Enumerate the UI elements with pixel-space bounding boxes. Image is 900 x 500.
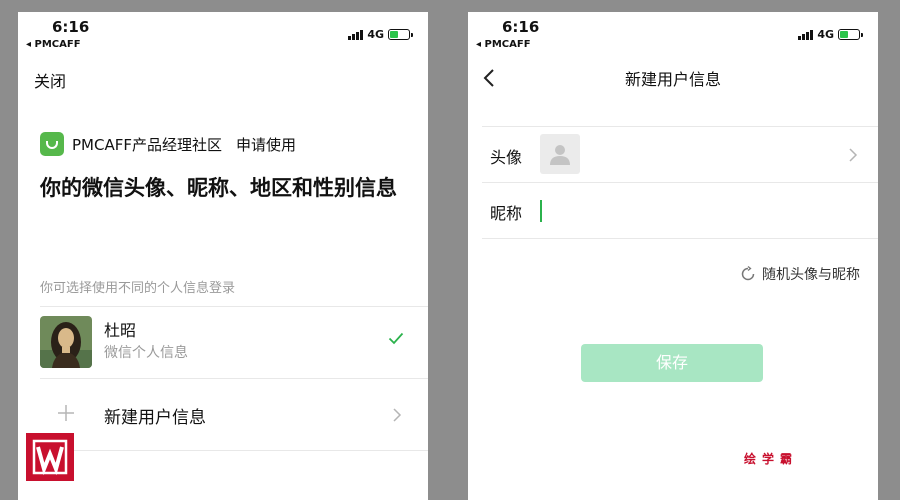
network-type: 4G — [817, 28, 834, 41]
chevron-right-icon — [393, 408, 402, 422]
refresh-icon — [741, 266, 755, 281]
plus-icon — [58, 405, 74, 421]
battery-icon — [388, 29, 413, 40]
watermark-text: 绘学霸 — [744, 452, 799, 466]
status-carrier: ◂ PMCAFF — [476, 39, 531, 50]
avatar-label: 头像 — [490, 148, 523, 167]
random-profile-label: 随机头像与昵称 — [762, 267, 860, 283]
divider — [482, 238, 878, 239]
status-time: 6:16 — [52, 18, 90, 36]
w-logo — [26, 433, 74, 481]
new-profile-screen: 6:16 ◂ PMCAFF 4G 新建用户信息 头像 昵称 随机头像与昵称 保存 — [468, 12, 878, 500]
page-title: 你的微信头像、昵称、地区和性别信息 — [40, 176, 397, 200]
nickname-input[interactable] — [540, 200, 542, 222]
default-avatar-icon — [550, 145, 570, 165]
status-indicators: 4G — [798, 28, 863, 41]
divider — [482, 182, 878, 183]
authorization-screen: 6:16 ◂ PMCAFF 4G 关闭 PMCAFF产品经理社区 申请使用 你的… — [18, 12, 428, 500]
hint-text: 你可选择使用不同的个人信息登录 — [40, 281, 236, 296]
divider — [40, 306, 428, 307]
battery-icon — [838, 29, 863, 40]
app-action: 申请使用 — [235, 135, 296, 154]
network-type: 4G — [367, 28, 384, 41]
app-header: PMCAFF产品经理社区 申请使用 — [40, 132, 296, 156]
close-button[interactable]: 关闭 — [34, 68, 66, 92]
app-logo-icon — [40, 132, 64, 156]
status-time: 6:16 — [502, 18, 540, 36]
random-profile-button[interactable]: 随机头像与昵称 — [740, 264, 860, 284]
save-button[interactable]: 保存 — [581, 344, 763, 382]
profile-name: 杜昭 — [104, 321, 137, 340]
avatar — [40, 316, 92, 368]
avatar-picker[interactable] — [540, 134, 580, 174]
chevron-right-icon[interactable] — [848, 148, 858, 162]
status-carrier: ◂ PMCAFF — [26, 39, 81, 50]
profile-subtitle: 微信个人信息 — [104, 345, 188, 361]
nickname-label: 昵称 — [490, 204, 523, 223]
signal-icon — [348, 29, 364, 40]
divider — [482, 126, 878, 127]
divider — [40, 378, 428, 379]
page-title: 新建用户信息 — [624, 70, 721, 89]
new-profile-option[interactable]: 新建用户信息 — [18, 380, 428, 450]
new-profile-label: 新建用户信息 — [104, 408, 206, 428]
wechat-profile-option[interactable]: 杜昭 微信个人信息 — [18, 308, 428, 378]
app-name: PMCAFF产品经理社区 — [72, 135, 222, 154]
divider — [40, 450, 428, 451]
status-indicators: 4G — [348, 28, 413, 41]
checkmark-icon — [388, 332, 404, 345]
signal-icon — [798, 29, 814, 40]
